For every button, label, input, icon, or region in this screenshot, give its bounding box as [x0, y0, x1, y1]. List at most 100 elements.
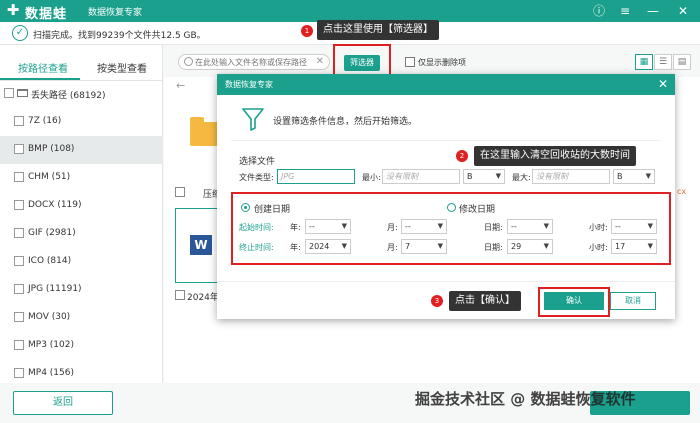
chevron-down-icon: ▼	[647, 242, 653, 250]
divider	[217, 281, 675, 282]
arrow-left-icon[interactable]: ←	[176, 79, 185, 92]
dialog-header: 数据恢复专家 ✕	[217, 74, 675, 95]
tab-by-path[interactable]: 按路径查看	[18, 60, 68, 75]
checkbox[interactable]	[14, 200, 24, 210]
sidebar-item-mp3[interactable]: MP3 (102)	[0, 332, 163, 360]
max-size-input[interactable]: 没有限制	[532, 169, 610, 184]
sidebar-item-gif[interactable]: GIF (2981)	[0, 220, 163, 248]
app-logo-text: 数据蛙	[25, 7, 68, 22]
sidebar: 按路径查看 按类型查看 丢失路径 (68192) 7Z (16) BMP (10…	[0, 45, 163, 383]
sidebar-item-lost-path[interactable]: 丢失路径 (68192)	[0, 80, 163, 108]
check-circle-icon: ✓	[12, 25, 28, 41]
sidebar-item-label: ICO (814)	[28, 256, 72, 266]
sidebar-item-label: JPG (11191)	[28, 284, 82, 294]
max-size-label: 最大:	[512, 173, 531, 182]
checkbox[interactable]	[14, 340, 24, 350]
sidebar-item-label: BMP (108)	[28, 144, 75, 154]
sidebar-item-label: MP3 (102)	[28, 340, 74, 350]
step-number-badge: 3	[431, 295, 443, 307]
sidebar-item-ico[interactable]: ICO (814)	[0, 248, 163, 276]
search-box[interactable]: ✕	[178, 54, 330, 70]
search-input[interactable]	[195, 56, 315, 68]
clear-icon[interactable]: ✕	[316, 56, 324, 68]
help-icon[interactable]: ⓘ	[590, 2, 608, 20]
back-button[interactable]: 返回	[13, 391, 113, 415]
divider	[231, 140, 661, 141]
checkbox[interactable]	[4, 88, 14, 98]
confirm-button[interactable]: 确认	[544, 292, 604, 310]
sidebar-item-label: CHM (51)	[28, 172, 71, 182]
min-size-unit-select[interactable]: B ▼	[463, 169, 505, 184]
chevron-down-icon: ▼	[341, 242, 347, 250]
min-size-label: 最小:	[362, 173, 381, 182]
sidebar-item-label: 丢失路径 (68192)	[31, 91, 106, 101]
checkbox[interactable]	[14, 284, 24, 294]
grid-view-icon[interactable]: ▦	[635, 54, 653, 70]
start-year-select[interactable]: -- ▼	[305, 219, 351, 234]
end-time-label: 终止时间:	[239, 243, 274, 252]
start-day-select[interactable]: -- ▼	[507, 219, 553, 234]
search-icon	[184, 57, 193, 66]
list-view-icon[interactable]: ☰	[654, 54, 672, 70]
radio-modified-date[interactable]	[447, 203, 456, 212]
step-number-badge: 1	[301, 25, 313, 37]
sidebar-item-7z[interactable]: 7Z (16)	[0, 108, 163, 136]
minimize-icon[interactable]: —	[644, 2, 662, 20]
close-icon[interactable]: ✕	[674, 2, 692, 20]
select-value: --	[309, 222, 315, 231]
filter-button[interactable]: 筛选器	[344, 55, 380, 71]
end-year-select[interactable]: 2024 ▼	[305, 239, 351, 254]
callout-step-1: 点击这里使用【筛选器】	[317, 20, 439, 40]
checkbox[interactable]	[14, 256, 24, 266]
radio-created-date[interactable]	[241, 203, 250, 212]
sidebar-item-chm[interactable]: CHM (51)	[0, 164, 163, 192]
checkbox[interactable]	[14, 144, 24, 154]
watermark: 掘金技术社区 @ 数据蛙恢复软件	[415, 390, 636, 408]
end-day-select[interactable]: 29 ▼	[507, 239, 553, 254]
chevron-down-icon: ▼	[341, 222, 347, 230]
select-value: 29	[511, 242, 522, 251]
title-bar: ✚ 数据蛙 数据恢复专家 ⓘ ≡ — ✕	[0, 0, 700, 22]
cancel-button[interactable]: 取消	[610, 292, 656, 310]
checkbox[interactable]	[14, 116, 24, 126]
start-hour-select[interactable]: -- ▼	[611, 219, 657, 234]
checkbox[interactable]	[14, 368, 24, 378]
sidebar-item-jpg[interactable]: JPG (11191)	[0, 276, 163, 304]
sidebar-item-mov[interactable]: MOV (30)	[0, 304, 163, 332]
callout-step-3: 点击【确认】	[449, 291, 521, 311]
sidebar-item-label: DOCX (119)	[28, 200, 82, 210]
row-checkbox[interactable]	[175, 187, 185, 197]
checkbox[interactable]	[14, 228, 24, 238]
modified-date-label: 修改日期	[459, 205, 496, 215]
checkbox[interactable]	[14, 172, 24, 182]
created-date-label: 创建日期	[254, 205, 291, 215]
tab-by-type[interactable]: 按类型查看	[97, 60, 147, 75]
checkbox[interactable]	[14, 312, 24, 322]
max-size-unit-select[interactable]: B ▼	[613, 169, 655, 184]
end-month-select[interactable]: 7 ▼	[401, 239, 447, 254]
show-deleted-checkbox[interactable]	[405, 57, 415, 67]
start-month-select[interactable]: -- ▼	[401, 219, 447, 234]
sidebar-item-docx[interactable]: DOCX (119)	[0, 192, 163, 220]
show-deleted-label: 仅显示删除项	[418, 58, 466, 67]
app-title: 数据恢复专家	[88, 8, 143, 18]
min-size-input[interactable]: 没有限制	[382, 169, 460, 184]
detail-view-icon[interactable]: ▤	[673, 54, 691, 70]
funnel-icon	[242, 108, 264, 131]
sidebar-item-bmp[interactable]: BMP (108)	[0, 136, 163, 164]
end-hour-select[interactable]: 17 ▼	[611, 239, 657, 254]
select-value: --	[615, 222, 621, 231]
select-file-heading: 选择文件	[239, 157, 276, 167]
folder-icon	[17, 89, 28, 97]
file-type-label: 文件类型:	[239, 173, 274, 182]
select-value: 17	[615, 242, 626, 251]
close-icon[interactable]: ✕	[658, 76, 668, 92]
file-type-input[interactable]: JPG	[277, 169, 355, 184]
sidebar-item-label: GIF (2981)	[28, 228, 76, 238]
hour-label: 小时:	[589, 223, 608, 232]
callout-step-2: 在这里输入清空回收站的大数时间	[474, 146, 636, 166]
row-checkbox[interactable]	[175, 290, 185, 300]
select-value: --	[405, 222, 411, 231]
day-label: 日期:	[484, 223, 503, 232]
menu-icon[interactable]: ≡	[616, 2, 634, 20]
